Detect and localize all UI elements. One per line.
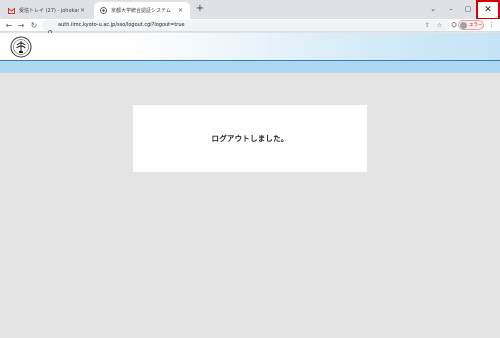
tab-gmail[interactable]: 受信トレイ (27) - johokanshogu... ✕ — [2, 2, 92, 19]
minimize-button[interactable]: – — [442, 0, 460, 19]
forward-button[interactable]: → — [16, 20, 26, 31]
kyoto-university-icon — [100, 7, 107, 14]
profile-button[interactable]: エラー — [458, 20, 484, 30]
site-header — [0, 33, 500, 61]
browser-toolbar: ← → ↻ auth.iimc.kyoto-u.ac.jp/sso/logout… — [0, 19, 500, 37]
tab-kyoto-auth[interactable]: 京都大学統合認証システム ✕ — [94, 2, 190, 19]
share-icon[interactable]: ⇪ — [424, 22, 431, 29]
new-tab-button[interactable]: + — [194, 3, 206, 15]
extension-icon[interactable]: ⛭ — [450, 21, 458, 29]
logout-message-box: ログアウトしました。 — [133, 105, 367, 172]
lock-icon[interactable] — [47, 22, 54, 37]
url-text: auth.iimc.kyoto-u.ac.jp/sso/logout.cgi?l… — [58, 22, 185, 28]
kyoto-university-logo-icon[interactable] — [10, 36, 32, 58]
tab-title: 受信トレイ (27) - johokanshogu... — [19, 8, 79, 14]
avatar — [460, 21, 467, 29]
profile-error-label: エラー — [469, 23, 483, 28]
close-icon: ✕ — [484, 5, 492, 15]
reload-button[interactable]: ↻ — [29, 20, 39, 31]
tab-title: 京都大学統合認証システム — [111, 8, 171, 14]
browser-menu-icon[interactable]: ⋮ — [488, 21, 495, 29]
address-bar[interactable]: auth.iimc.kyoto-u.ac.jp/sso/logout.cgi?l… — [42, 20, 450, 37]
window-close-button[interactable]: ✕ — [476, 0, 500, 20]
gmail-icon — [8, 7, 15, 14]
header-sub-bar — [0, 61, 500, 73]
logout-message: ログアウトしました。 — [211, 134, 289, 143]
maximize-button[interactable]: ▢ — [459, 0, 477, 19]
tab-search-icon[interactable]: ⌄ — [424, 0, 442, 19]
back-button[interactable]: ← — [4, 20, 14, 31]
tab-close-icon[interactable]: ✕ — [79, 7, 86, 14]
tab-strip: 受信トレイ (27) - johokanshogu... ✕ 京都大学統合認証シ… — [0, 0, 500, 20]
bookmark-star-icon[interactable]: ☆ — [436, 22, 443, 29]
tab-close-icon[interactable]: ✕ — [177, 7, 184, 14]
